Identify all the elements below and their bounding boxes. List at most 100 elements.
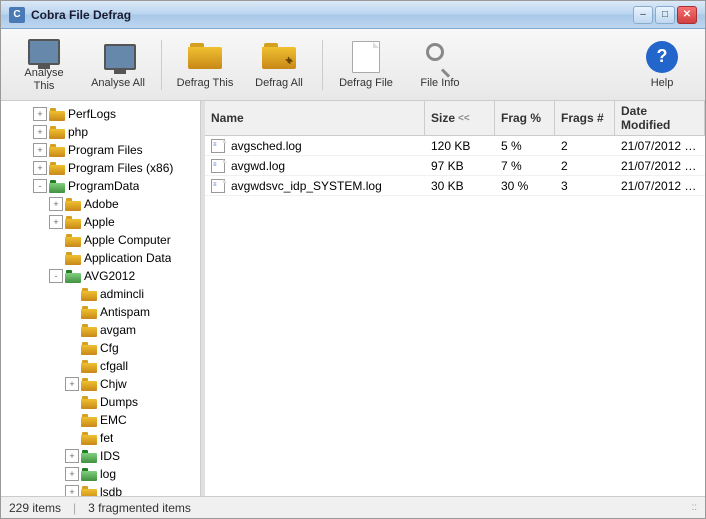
tree-item[interactable]: + PerfLogs xyxy=(1,105,200,123)
tree-item-label: AVG2012 xyxy=(84,269,135,283)
tree-item[interactable]: + Program Files xyxy=(1,141,200,159)
folder-icon xyxy=(81,450,97,463)
tree-item-label: fet xyxy=(100,431,113,445)
file-frag-cell: 5 % xyxy=(495,137,555,155)
tree-item[interactable]: Antispam xyxy=(1,303,200,321)
tree-expand-icon[interactable]: + xyxy=(49,197,63,211)
tree-item[interactable]: admincli xyxy=(1,285,200,303)
defrag-this-button[interactable]: Defrag This xyxy=(170,34,240,96)
tree-item-label: log xyxy=(100,467,116,481)
defrag-all-label: Defrag All xyxy=(255,77,303,90)
file-frags-cell: 2 xyxy=(555,157,615,175)
tree-item-label: EMC xyxy=(100,413,127,427)
close-button[interactable]: ✕ xyxy=(677,6,697,24)
file-info-icon xyxy=(422,39,458,75)
tree-item[interactable]: + Program Files (x86) xyxy=(1,159,200,177)
defrag-file-icon xyxy=(348,39,384,75)
file-frags-cell: 3 xyxy=(555,177,615,195)
tree-expand-icon[interactable]: + xyxy=(33,161,47,175)
tree-item[interactable]: + Adobe xyxy=(1,195,200,213)
tree-item-label: Application Data xyxy=(84,251,171,265)
tree-expand-icon[interactable]: - xyxy=(33,179,47,193)
file-date-cell: 21/07/2012 21:29:28 xyxy=(615,157,705,175)
analyse-all-button[interactable]: Analyse All xyxy=(83,34,153,96)
folder-icon xyxy=(81,486,97,497)
tree-item-label: ProgramData xyxy=(68,179,139,193)
file-info-label: File Info xyxy=(420,77,459,90)
tree-item[interactable]: fet xyxy=(1,429,200,447)
tree-item[interactable]: + php xyxy=(1,123,200,141)
tree-expand-icon[interactable]: + xyxy=(49,215,63,229)
tree-expand-icon[interactable]: + xyxy=(33,143,47,157)
tree-item[interactable]: Cfg xyxy=(1,339,200,357)
tree-item[interactable]: Dumps xyxy=(1,393,200,411)
header-frags-num[interactable]: Frags # xyxy=(555,101,615,135)
main-window: C Cobra File Defrag – □ ✕ Analyse This A… xyxy=(0,0,706,519)
tree-item[interactable]: + log xyxy=(1,465,200,483)
help-label: Help xyxy=(651,77,674,90)
file-row[interactable]: ≡ avgwdsvc_idp_SYSTEM.log 30 KB 30 % 3 2… xyxy=(205,176,705,196)
defrag-file-label: Defrag File xyxy=(339,77,393,90)
analyse-this-button[interactable]: Analyse This xyxy=(9,34,79,96)
tree-expand-icon[interactable]: + xyxy=(65,485,79,496)
tree-item[interactable]: + IDS xyxy=(1,447,200,465)
folder-icon xyxy=(49,108,65,121)
tree-item-label: Chjw xyxy=(100,377,127,391)
tree-expand-icon[interactable]: + xyxy=(33,107,47,121)
folder-icon xyxy=(81,468,97,481)
header-name[interactable]: Name xyxy=(205,101,425,135)
status-resize-grip: :: xyxy=(691,502,697,513)
header-frag-pct[interactable]: Frag % xyxy=(495,101,555,135)
tree-item[interactable]: + Chjw xyxy=(1,375,200,393)
tree-item-label: Program Files xyxy=(68,143,143,157)
tree-item[interactable]: Apple Computer xyxy=(1,231,200,249)
tree-pane[interactable]: + PerfLogs + php + xyxy=(1,101,201,496)
file-info-button[interactable]: File Info xyxy=(405,34,475,96)
toolbar: Analyse This Analyse All Defrag This xyxy=(1,29,705,101)
folder-icon xyxy=(81,432,97,445)
maximize-button[interactable]: □ xyxy=(655,6,675,24)
folder-icon xyxy=(65,252,81,265)
tree-expand-icon[interactable]: + xyxy=(33,125,47,139)
folder-icon xyxy=(65,216,81,229)
folder-icon xyxy=(81,378,97,391)
file-list-header: Name Size << Frag % Frags # Date Modifie… xyxy=(205,101,705,136)
tree-expand-icon[interactable]: + xyxy=(65,467,79,481)
file-frag-cell: 30 % xyxy=(495,177,555,195)
main-area: + PerfLogs + php + xyxy=(1,101,705,496)
analyse-this-label: Analyse This xyxy=(14,67,74,93)
file-row[interactable]: ≡ avgsched.log 120 KB 5 % 2 21/07/2012 2… xyxy=(205,136,705,156)
tree-item[interactable]: - AVG2012 xyxy=(1,267,200,285)
tree-item-label: Cfg xyxy=(100,341,119,355)
tree-item-label: Dumps xyxy=(100,395,138,409)
file-name-cell: ≡ avgsched.log xyxy=(205,137,425,155)
defrag-all-button[interactable]: + Defrag All xyxy=(244,34,314,96)
tree-item-label: Program Files (x86) xyxy=(68,161,173,175)
tree-expand-icon[interactable]: + xyxy=(65,449,79,463)
tree-expand-icon[interactable]: - xyxy=(49,269,63,283)
tree-item[interactable]: + lsdb xyxy=(1,483,200,496)
analyse-all-icon xyxy=(100,39,136,75)
defrag-this-label: Defrag This xyxy=(177,77,234,90)
tree-expand-icon[interactable]: + xyxy=(65,377,79,391)
tree-item[interactable]: Application Data xyxy=(1,249,200,267)
toolbar-separator-2 xyxy=(322,40,323,90)
help-button[interactable]: ? Help xyxy=(627,34,697,96)
status-bar: 229 items | 3 fragmented items :: xyxy=(1,496,705,518)
tree-item[interactable]: + Apple xyxy=(1,213,200,231)
folder-icon xyxy=(49,126,65,139)
tree-item[interactable]: - ProgramData xyxy=(1,177,200,195)
minimize-button[interactable]: – xyxy=(633,6,653,24)
defrag-file-button[interactable]: Defrag File xyxy=(331,34,401,96)
header-size[interactable]: Size << xyxy=(425,101,495,135)
tree-item[interactable]: cfgall xyxy=(1,357,200,375)
analyse-this-icon xyxy=(26,39,62,65)
file-size-cell: 30 KB xyxy=(425,177,495,195)
tree-item[interactable]: avgam xyxy=(1,321,200,339)
folder-icon xyxy=(81,342,97,355)
file-row[interactable]: ≡ avgwd.log 97 KB 7 % 2 21/07/2012 21:29… xyxy=(205,156,705,176)
folder-icon xyxy=(81,288,97,301)
header-date[interactable]: Date Modified xyxy=(615,101,705,135)
tree-item-label: php xyxy=(68,125,88,139)
tree-item[interactable]: EMC xyxy=(1,411,200,429)
